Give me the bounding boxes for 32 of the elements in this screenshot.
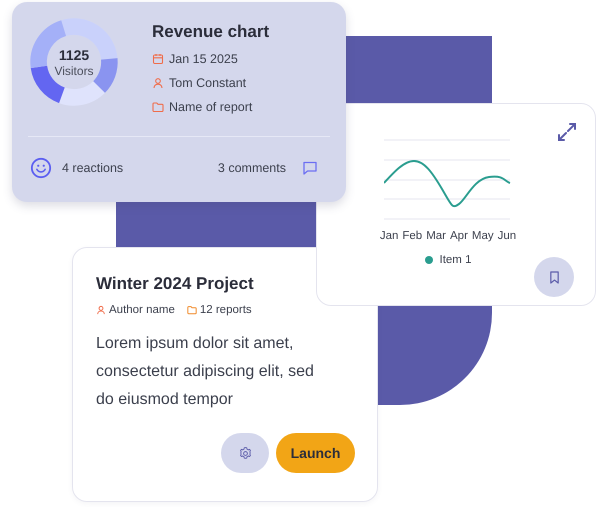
folder-icon — [152, 101, 164, 113]
launch-button[interactable]: Launch — [276, 433, 355, 473]
reactions-count: 4 reactions — [62, 161, 124, 175]
settings-icon — [238, 446, 252, 460]
folder-icon — [186, 305, 197, 315]
expand-icon[interactable] — [557, 122, 577, 142]
description-text: Lorem ipsum dolor sit amet, consectetur adipiscing elit, sed do eiusmod tempor — [96, 334, 315, 410]
settings-button[interactable] — [221, 433, 269, 473]
axis-label: Apr — [450, 230, 468, 242]
person-icon — [152, 77, 164, 89]
meta-text: Author name — [109, 304, 175, 316]
card-title: Winter 2024 Project — [96, 274, 255, 294]
comment-icon[interactable] — [302, 160, 318, 176]
visitors-label: Visitors — [54, 64, 94, 78]
comments-count: 3 comments — [218, 161, 286, 175]
bookmark-button[interactable] — [534, 257, 574, 297]
card-title: Revenue chart — [152, 22, 270, 42]
visitors-count: 1125 — [58, 46, 90, 62]
bookmark-icon — [548, 270, 560, 284]
legend-label: Item 1 — [440, 254, 472, 266]
axis-label: May — [472, 230, 494, 242]
axis-label: Jan — [380, 230, 398, 242]
person-icon — [96, 305, 106, 315]
meta-text: 12 reports — [200, 304, 252, 316]
calendar-icon — [152, 53, 164, 65]
smiley-icon[interactable] — [30, 157, 52, 179]
meta-text: Tom Constant — [169, 76, 246, 90]
meta-text: Name of report — [169, 100, 252, 114]
axis-label: Mar — [426, 230, 446, 242]
meta-text: Jan 15 2025 — [169, 52, 238, 66]
axis-label: Jun — [498, 230, 516, 242]
axis-label: Feb — [402, 230, 422, 242]
